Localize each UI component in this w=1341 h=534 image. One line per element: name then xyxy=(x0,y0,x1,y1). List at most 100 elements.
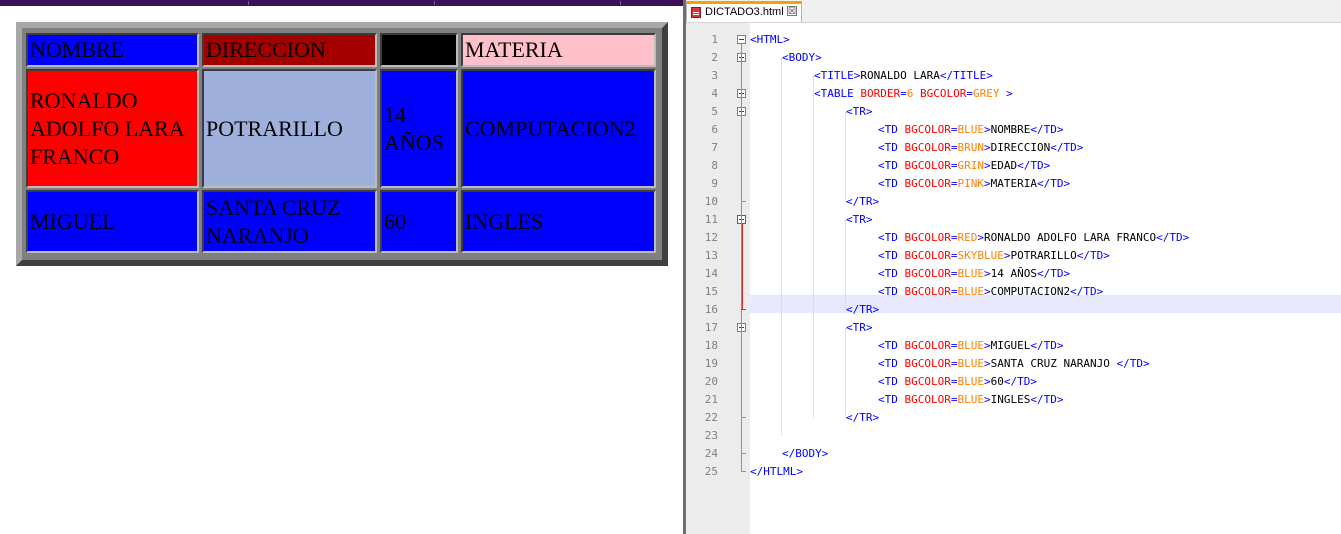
table-cell-text: INGLES xyxy=(465,208,544,234)
line-number: 1 xyxy=(711,33,718,46)
code-editor: DICTADO3.html ☒ 1 2 3 4 5 6 7 8 9 10 11 12 13 14 15 16 1… xyxy=(686,0,1341,534)
table-cell-text: POTRARILLO xyxy=(206,115,343,141)
code-token-tag: > xyxy=(977,231,984,244)
code-token-attr: BGCOLOR xyxy=(904,141,951,154)
code-token-text: SANTA CRUZ NARANJO xyxy=(990,357,1117,370)
code-token-tag: <TD xyxy=(878,285,905,298)
code-token-tag: <TD xyxy=(878,249,905,262)
code-token-tag: </TD> xyxy=(1116,357,1150,370)
line-number-gutter: 1 2 3 4 5 6 7 8 9 10 11 12 13 14 15 16 17 18 19 20 21 22 23 24 2… xyxy=(686,23,734,534)
line-number: 5 xyxy=(711,105,718,118)
line-number: 13 xyxy=(704,249,718,262)
code-token-tag: </TD> xyxy=(1036,267,1071,280)
code-token-val: SKYBLUE xyxy=(957,249,1004,262)
indent-guide xyxy=(781,58,783,436)
code-token-tag: > xyxy=(983,177,991,190)
line-number: 11 xyxy=(704,213,718,226)
code-token-tag: > xyxy=(983,123,991,136)
code-token-tag: </TR> xyxy=(846,195,880,208)
code-token-tag: <TD xyxy=(878,267,905,280)
code-token-val: BLUE xyxy=(957,357,984,370)
table-cell: MIGUEL xyxy=(26,190,199,253)
code-token-tag: = xyxy=(900,87,907,100)
line-number: 3 xyxy=(711,69,718,82)
code-token-attr: BGCOLOR xyxy=(904,267,951,280)
code-token-tag: <TD xyxy=(878,177,905,190)
table-cell-text: MATERIA xyxy=(465,37,563,62)
code-token-tag: <TR> xyxy=(846,105,873,118)
table-cell-text: NOMBRE xyxy=(30,37,125,62)
code-line: <TR> xyxy=(846,103,873,121)
code-token-text: COMPUTACION2 xyxy=(990,285,1071,298)
code-token-val: BLUE xyxy=(957,285,984,298)
code-token-attr: BGCOLOR xyxy=(904,339,951,352)
file-tab[interactable]: DICTADO3.html ☒ xyxy=(686,1,802,22)
table-cell: DIRECCION xyxy=(202,33,377,67)
code-token-text: MATERIA xyxy=(990,177,1037,190)
code-line: <TR> xyxy=(846,211,873,229)
line-number: 25 xyxy=(704,465,718,478)
code-line: <TD BGCOLOR=BLUE>SANTA CRUZ NARANJO </TD… xyxy=(878,355,1150,373)
line-number: 22 xyxy=(704,411,718,424)
code-token-tag: <TD xyxy=(878,231,905,244)
file-tab-label: DICTADO3.html xyxy=(705,6,784,18)
code-token-tag: </HTLML> xyxy=(750,465,803,478)
code-token-tag: </TR> xyxy=(846,303,880,316)
code-token-text: RONALDO LARA xyxy=(860,69,940,82)
line-number: 24 xyxy=(704,447,718,460)
code-line: </TR> xyxy=(846,193,879,211)
code-line: <HTML> xyxy=(750,31,790,49)
fold-toggle-icon[interactable] xyxy=(737,35,746,44)
code-token-tag: > xyxy=(983,357,991,370)
code-token-tag: </TD> xyxy=(1003,375,1037,388)
code-token-tag: <TD xyxy=(878,375,905,388)
code-line: <TD BGCOLOR=BRUN>DIRECCION</TD> xyxy=(878,139,1083,157)
code-token-tag: <TABLE xyxy=(814,87,861,100)
fold-margin xyxy=(734,23,750,534)
code-token-attr: BGCOLOR xyxy=(904,285,951,298)
code-token-attr: BGCOLOR xyxy=(904,123,951,136)
line-number: 12 xyxy=(704,231,718,244)
code-token-tag: </BODY> xyxy=(782,447,829,460)
browser-top-strip xyxy=(0,0,683,6)
table-cell-text: RONALDO ADOLFO LARA FRANCO xyxy=(30,87,184,169)
code-token-attr: BGCOLOR xyxy=(904,393,951,406)
code-token-val: 6 xyxy=(906,87,920,100)
indent-guide xyxy=(845,220,847,310)
code-token-tag: </TD> xyxy=(1017,159,1051,172)
line-number: 20 xyxy=(704,375,718,388)
code-line: <TD BGCOLOR=BLUE>NOMBRE</TD> xyxy=(878,121,1063,139)
fold-end-marker xyxy=(741,309,746,310)
code-token-tag: <BODY> xyxy=(782,51,822,64)
code-token-attr: BGCOLOR xyxy=(904,375,951,388)
code-text-area[interactable]: <HTML> <BODY> <TITLE>RONALDO LARA</TITLE> <… xyxy=(750,23,1341,534)
line-number: 7 xyxy=(711,141,718,154)
code-token-text: DIRECCION xyxy=(990,141,1051,154)
close-tab-icon[interactable]: ☒ xyxy=(787,6,797,16)
code-token-val: BRUN xyxy=(957,141,984,154)
code-token-text: 60 xyxy=(990,375,1004,388)
code-line: <TD BGCOLOR=BLUE>14 AÑOS</TD> xyxy=(878,265,1070,283)
code-token-tag: <TD xyxy=(878,339,905,352)
code-line: <TD BGCOLOR=RED>RONALDO ADOLFO LARA FRAN… xyxy=(878,229,1189,247)
line-number: 4 xyxy=(711,87,718,100)
html-file-icon xyxy=(691,7,701,18)
indent-guide xyxy=(845,328,847,418)
code-token-val: PINK xyxy=(957,177,984,190)
table-cell-text: SANTA CRUZ NARANJO xyxy=(206,194,341,248)
rendered-table: NOMBRE DIRECCION MATERIA RONALDO ADOLFO LAR… xyxy=(16,22,668,266)
code-token-tag: > xyxy=(983,339,991,352)
table-cell-text: COMPUTACION2 xyxy=(465,115,636,141)
code-token-tag: </TD> xyxy=(1050,141,1084,154)
code-token-tag: </TD> xyxy=(1030,339,1064,352)
code-token-tag: <TR> xyxy=(846,213,873,226)
fold-end-marker xyxy=(741,453,746,454)
code-token-tag: <TITLE> xyxy=(814,69,861,82)
code-line: <TD BGCOLOR=GRIN>EDAD</TD> xyxy=(878,157,1050,175)
code-token-text: NOMBRE xyxy=(990,123,1031,136)
code-token-attr: BGCOLOR xyxy=(919,87,967,100)
code-token-attr: BGCOLOR xyxy=(904,357,951,370)
code-token-attr: BGCOLOR xyxy=(904,231,951,244)
browser-viewport: NOMBRE DIRECCION MATERIA RONALDO ADOLFO LAR… xyxy=(0,0,683,534)
code-token-tag: <TD xyxy=(878,159,905,172)
